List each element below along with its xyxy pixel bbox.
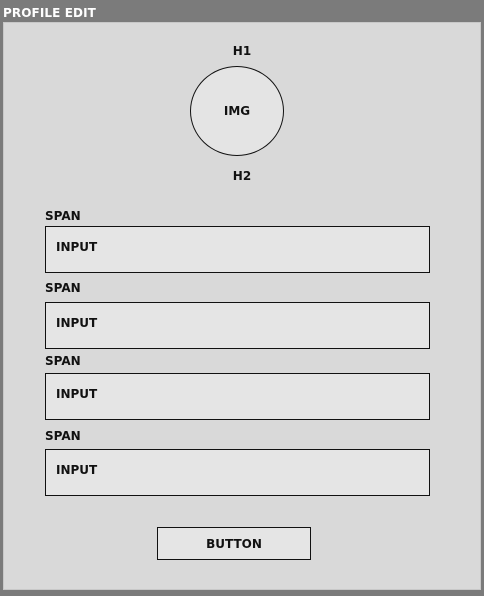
profile-heading: H1 [232,44,252,58]
field-input-3-text: INPUT [56,387,98,401]
submit-button[interactable]: BUTTON [157,527,311,560]
field-label-4: SPAN [45,429,81,443]
window-titlebar: PROFILE EDIT [0,0,484,22]
field-input-1[interactable]: INPUT [45,226,430,273]
field-input-4-text: INPUT [56,463,98,477]
submit-button-label: BUTTON [206,536,262,551]
field-label-2: SPAN [45,281,81,295]
field-input-2[interactable]: INPUT [45,302,430,349]
field-input-2-text: INPUT [56,316,98,330]
profile-edit-window: PROFILE EDIT H1 IMG H2 SPAN INPUT SPAN I… [0,0,484,596]
field-label-3: SPAN [45,354,81,368]
field-label-1: SPAN [45,209,81,223]
field-input-4[interactable]: INPUT [45,449,430,496]
window-title: PROFILE EDIT [3,6,96,20]
profile-edit-panel: H1 IMG H2 SPAN INPUT SPAN INPUT SPAN INP… [3,22,481,590]
profile-image: IMG [190,66,284,156]
field-input-1-text: INPUT [56,240,98,254]
profile-subheading: H2 [232,169,252,183]
field-input-3[interactable]: INPUT [45,373,430,420]
profile-image-label: IMG [223,104,251,118]
